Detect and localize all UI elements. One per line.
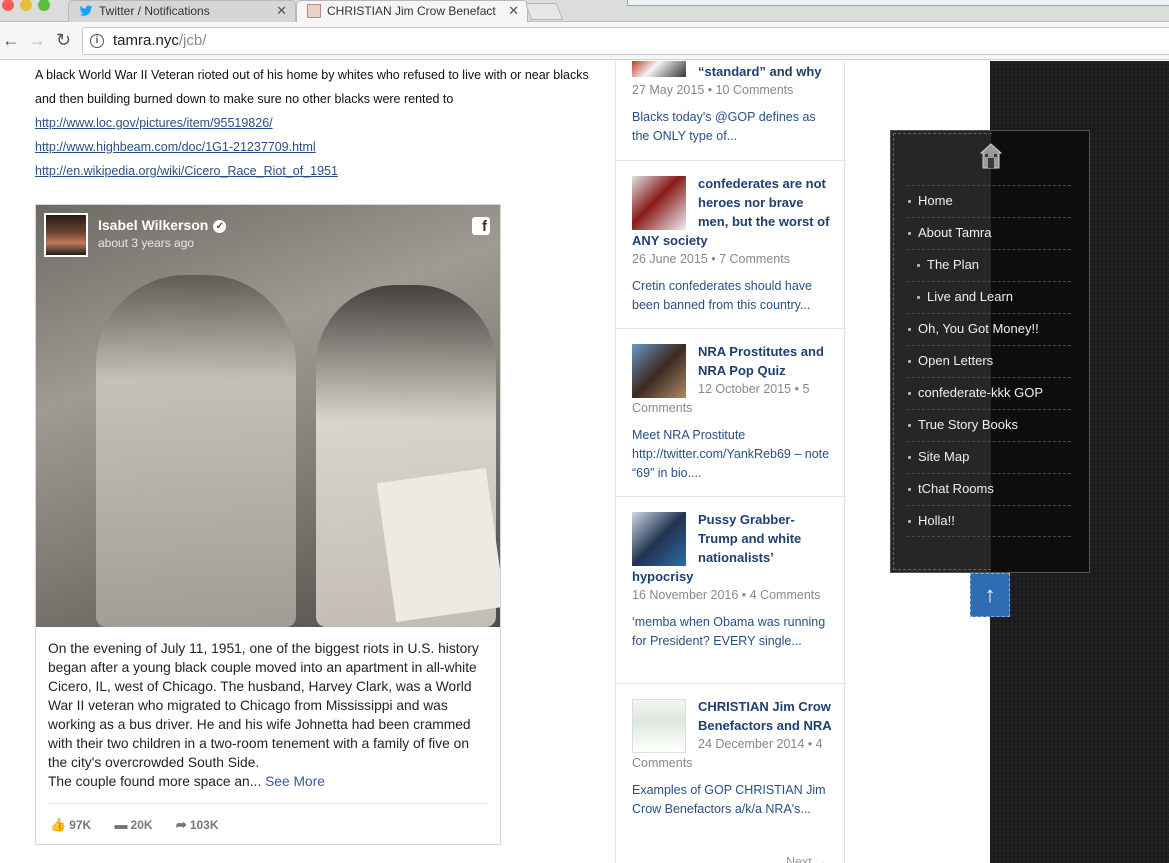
nav-item-live-and-learn[interactable]: Live and Learn (907, 281, 1071, 313)
post-stats: 👍 97K ▬ 20K ➦ 103K (50, 817, 239, 833)
nav-item-open-letters[interactable]: Open Letters (907, 345, 1071, 377)
tab-christian-jim-crow[interactable]: CHRISTIAN Jim Crow Benefact ✕ (296, 0, 528, 22)
tab-twitter-notifications[interactable]: Twitter / Notifications ✕ (68, 0, 296, 22)
list-item: confederates are not heroes nor brave me… (616, 161, 846, 329)
see-more-link[interactable]: See More (265, 774, 325, 789)
shares-value: 103K (189, 818, 219, 832)
post-excerpt[interactable]: Examples of GOP CHRISTIAN Jim Crow Benef… (632, 781, 832, 819)
nav-item-oh-you-got-money[interactable]: Oh, You Got Money!! (907, 313, 1071, 345)
share-arrow-icon: ➦ (175, 817, 187, 832)
article-link-highbeam[interactable]: http://www.highbeam.com/doc/1G1-21237709… (35, 135, 595, 159)
url-host: tamra.nyc (113, 32, 179, 49)
article-content: A black World War II Veteran rioted out … (35, 61, 595, 845)
nav-item-about-tamra[interactable]: About Tamra (907, 217, 1071, 249)
article-link-wikipedia[interactable]: http://en.wikipedia.org/wiki/Cicero_Race… (35, 159, 595, 183)
post-body-truncated: The couple found more space an... (48, 774, 266, 789)
post-excerpt[interactable]: ‘memba when Obama was running for Presid… (632, 613, 832, 651)
maximize-window-button[interactable] (38, 0, 50, 11)
facebook-logo-icon[interactable]: f (472, 217, 490, 235)
post-excerpt[interactable]: Blacks today's @GOP defines as the ONLY … (632, 108, 832, 146)
post-excerpt[interactable]: Meet NRA Prostitute http://twitter.com/Y… (632, 426, 832, 483)
post-body: On the evening of July 11, 1951, one of … (48, 641, 479, 770)
nav-item-home[interactable]: Home (907, 185, 1071, 217)
avatar[interactable] (44, 213, 88, 257)
article-intro: A black World War II Veteran rioted out … (35, 68, 589, 106)
post-thumbnail[interactable] (632, 512, 686, 566)
page-viewport: A black World War II Veteran rioted out … (0, 61, 1169, 863)
photo-paper (376, 468, 500, 622)
nav-menu-list: Home About Tamra The Plan Live and Learn… (907, 185, 1071, 537)
photo-figure-man (96, 275, 296, 627)
site-favicon-icon (307, 4, 321, 18)
verified-check-icon: ✓ (213, 220, 227, 233)
address-toolbar: ← → ↻ i tamra.nyc/jcb/ (0, 22, 1169, 60)
shares-count[interactable]: ➦ 103K (176, 817, 219, 833)
site-nav-menu: Home About Tamra The Plan Live and Learn… (890, 130, 1090, 573)
related-posts-sidebar: “standard” and why 27 May 2015 • 10 Comm… (615, 61, 846, 863)
post-time[interactable]: about 3 years ago (98, 236, 194, 250)
nav-item-holla[interactable]: Holla!! (907, 505, 1071, 537)
list-item: Pussy Grabber-Trump and white nationalis… (616, 497, 846, 684)
post-author[interactable]: Isabel Wilkerson ✓ (98, 217, 227, 233)
overlay-panel-edge (627, 0, 1169, 6)
url-input[interactable]: i tamra.nyc/jcb/ (82, 27, 1169, 55)
nav-item-the-plan[interactable]: The Plan (907, 249, 1071, 281)
likes-count[interactable]: 👍 97K (50, 817, 91, 833)
list-item: NRA Prostitutes and NRA Pop Quiz 12 Octo… (616, 329, 846, 497)
thumbs-up-icon: 👍 (50, 817, 67, 832)
close-window-button[interactable] (2, 0, 14, 11)
post-author-name: Isabel Wilkerson (98, 217, 209, 233)
url-path: /jcb/ (178, 32, 207, 49)
comments-count[interactable]: ▬ 20K (115, 817, 153, 832)
post-thumbnail[interactable] (632, 61, 686, 77)
browser-tabbar: Twitter / Notifications ✕ CHRISTIAN Jim … (0, 0, 1169, 22)
nav-item-tchat-rooms[interactable]: tChat Rooms (907, 473, 1071, 505)
comment-bubble-icon: ▬ (114, 817, 128, 832)
nav-item-confederate-kkk-gop[interactable]: confederate-kkk GOP (907, 377, 1071, 409)
scroll-to-top-button[interactable]: ↑ (970, 573, 1010, 617)
site-info-icon[interactable]: i (90, 34, 104, 48)
facebook-embed-card: Isabel Wilkerson ✓ about 3 years ago f On… (35, 204, 501, 845)
close-tab-icon[interactable]: ✕ (276, 1, 287, 21)
house-icon[interactable] (979, 143, 1003, 169)
new-tab-button[interactable] (524, 3, 564, 20)
reload-icon[interactable]: ↻ (56, 30, 71, 51)
post-excerpt[interactable]: Cretin confederates should have been ban… (632, 277, 832, 315)
next-page-link[interactable]: Next → (786, 855, 828, 863)
nav-item-site-map[interactable]: Site Map (907, 441, 1071, 473)
divider (48, 803, 488, 804)
post-meta: 26 June 2015 • 7 Comments (632, 252, 790, 266)
list-item: “standard” and why 27 May 2015 • 10 Comm… (616, 61, 846, 161)
back-arrow-icon[interactable]: ← (2, 30, 20, 51)
minimize-window-button[interactable] (20, 0, 32, 11)
comments-value: 20K (130, 818, 153, 832)
likes-value: 97K (69, 818, 92, 832)
article-link-loc[interactable]: http://www.loc.gov/pictures/item/9551982… (35, 111, 595, 135)
post-thumbnail[interactable] (632, 176, 686, 230)
post-meta: 16 November 2016 • 4 Comments (632, 588, 821, 602)
close-tab-icon[interactable]: ✕ (508, 1, 519, 21)
nav-item-true-story-books[interactable]: True Story Books (907, 409, 1071, 441)
post-thumbnail[interactable] (632, 699, 686, 753)
post-text: On the evening of July 11, 1951, one of … (36, 627, 500, 791)
forward-arrow-icon[interactable]: → (28, 30, 46, 51)
tab-title: CHRISTIAN Jim Crow Benefact (327, 4, 496, 18)
post-photo[interactable]: Isabel Wilkerson ✓ about 3 years ago f (36, 205, 500, 627)
tab-title: Twitter / Notifications (99, 4, 210, 18)
twitter-bird-icon (79, 5, 93, 16)
post-meta: 27 May 2015 • 10 Comments (632, 83, 794, 97)
list-item: CHRISTIAN Jim Crow Benefactors and NRA 2… (616, 684, 846, 852)
post-thumbnail[interactable] (632, 344, 686, 398)
